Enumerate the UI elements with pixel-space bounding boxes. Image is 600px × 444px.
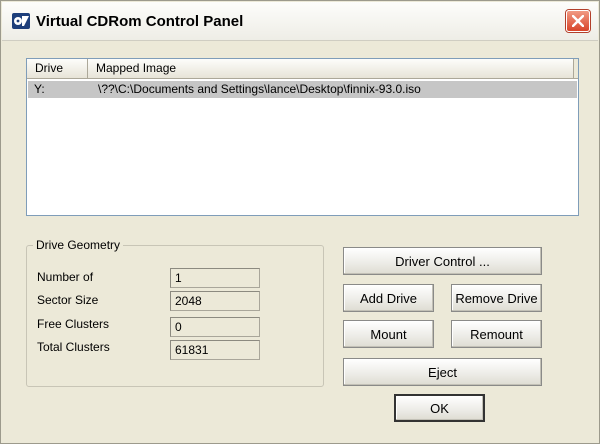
drive-geometry-group: Drive Geometry Number of 1 Sector Size 2…: [26, 238, 324, 387]
number-of-field: 1: [170, 268, 260, 288]
list-header: Drive Mapped Image: [27, 59, 578, 79]
driver-control-button[interactable]: Driver Control ...: [343, 247, 542, 275]
control-panel-window: Virtual CDRom Control Panel Drive Mapped…: [0, 0, 600, 444]
total-clusters-label: Total Clusters: [37, 340, 110, 354]
ok-button[interactable]: OK: [394, 394, 485, 422]
free-clusters-label: Free Clusters: [37, 317, 110, 331]
sector-size-field: 2048: [170, 291, 260, 311]
close-button[interactable]: [566, 10, 590, 32]
cdrom-app-icon: [11, 12, 31, 30]
number-of-label: Number of: [37, 270, 94, 284]
column-header-mapped-image[interactable]: Mapped Image: [88, 59, 574, 78]
drive-letter: Y:: [34, 82, 45, 96]
sector-size-label: Sector Size: [37, 293, 99, 307]
column-header-drive[interactable]: Drive: [27, 59, 88, 78]
total-clusters-field: 61831: [170, 340, 260, 360]
remount-button[interactable]: Remount: [451, 320, 542, 348]
remove-drive-button[interactable]: Remove Drive: [451, 284, 542, 312]
eject-button[interactable]: Eject: [343, 358, 542, 386]
add-drive-button[interactable]: Add Drive: [343, 284, 434, 312]
list-item[interactable]: Y: \??\C:\Documents and Settings\lance\D…: [28, 81, 577, 98]
title-bar[interactable]: Virtual CDRom Control Panel: [2, 2, 598, 41]
free-clusters-field: 0: [170, 317, 260, 337]
window-title: Virtual CDRom Control Panel: [36, 13, 244, 30]
group-legend: Drive Geometry: [33, 238, 124, 252]
drive-list[interactable]: Drive Mapped Image Y: \??\C:\Documents a…: [26, 58, 579, 216]
mount-button[interactable]: Mount: [343, 320, 434, 348]
close-icon: [572, 15, 584, 27]
mapped-image-path: \??\C:\Documents and Settings\lance\Desk…: [98, 82, 421, 96]
